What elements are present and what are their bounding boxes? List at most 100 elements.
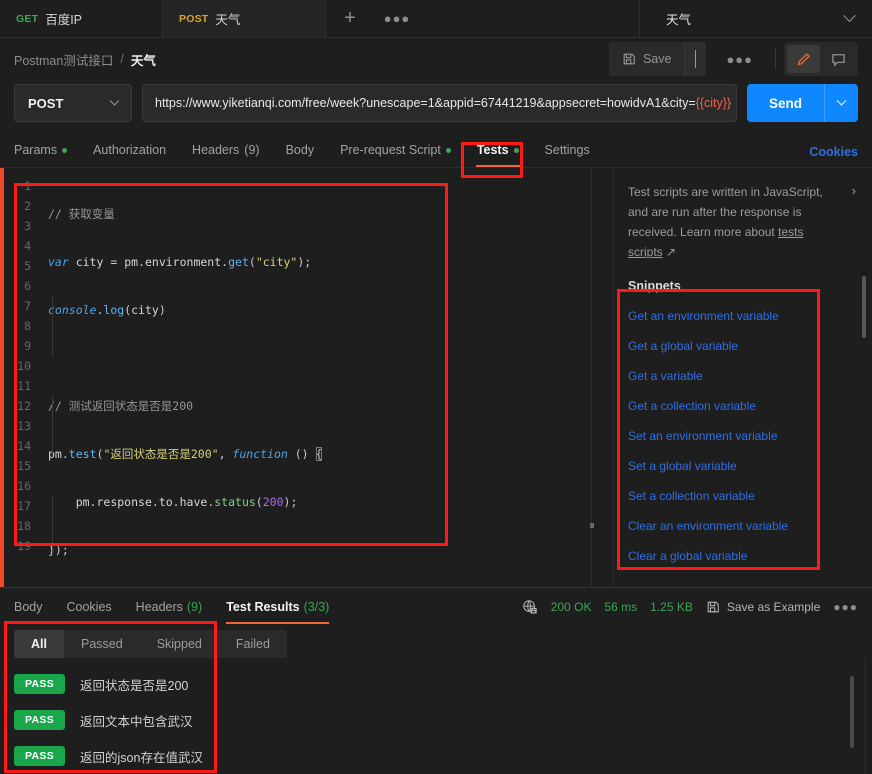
request-section-tabs: Params Authorization Headers (9) Body Pr… bbox=[0, 132, 872, 168]
editor-scrollbar-thumb[interactable] bbox=[590, 523, 594, 528]
response-tab-headers[interactable]: Headers (9) bbox=[124, 589, 215, 625]
line-number: 13 bbox=[17, 419, 31, 433]
code-content[interactable]: // 获取变量 var city = pm.environment.get("c… bbox=[38, 168, 614, 587]
response-more-icon[interactable]: ●●● bbox=[833, 600, 858, 614]
save-as-example-label: Save as Example bbox=[726, 600, 821, 614]
test-result-row: PASS 返回的json存在值武汉 bbox=[14, 738, 858, 774]
snippet-item[interactable]: Set an environment variable bbox=[628, 421, 852, 451]
view-toggle-group bbox=[784, 42, 858, 76]
method-label: GET bbox=[16, 12, 39, 25]
response-meta: 200 OK 56 ms 1.25 KB Save as Example ●●● bbox=[522, 599, 858, 615]
tab-label: Settings bbox=[544, 143, 590, 157]
tab-label: Test Results bbox=[226, 600, 300, 614]
comment-button[interactable] bbox=[822, 45, 855, 73]
breadcrumb-bar: Postman测试接口 / 天气 Save ●●● bbox=[0, 38, 872, 80]
line-number-gutter: 1 2 3 4 5 6 7 8 9 10 11 12 13 14 15 16 1 bbox=[4, 168, 38, 587]
comment-icon bbox=[831, 52, 846, 67]
response-time: 56 ms bbox=[604, 600, 638, 614]
snippets-scrollbar-thumb[interactable] bbox=[862, 276, 866, 338]
breadcrumb-separator: / bbox=[120, 52, 124, 66]
code-line: // 获取变量 bbox=[48, 207, 115, 221]
code-line: console.log(city) bbox=[48, 303, 166, 317]
snippet-item[interactable]: Get an environment variable bbox=[628, 301, 852, 331]
snippet-item[interactable]: Get a collection variable bbox=[628, 391, 852, 421]
url-variable: {{city}} bbox=[695, 96, 732, 110]
save-button-group: Save bbox=[608, 42, 707, 76]
tests-pane: 1 2 3 4 5 6 7 8 9 10 11 12 13 14 15 16 1 bbox=[0, 168, 872, 587]
environment-selector[interactable]: 天气 bbox=[640, 0, 872, 37]
test-name: 返回文本中包含武汉 bbox=[80, 714, 193, 729]
send-options-button[interactable] bbox=[824, 84, 858, 122]
tests-code-editor[interactable]: 1 2 3 4 5 6 7 8 9 10 11 12 13 14 15 16 1 bbox=[0, 168, 614, 587]
tab-settings[interactable]: Settings bbox=[532, 133, 603, 167]
tab-label: Pre-request Script bbox=[340, 143, 441, 157]
line-number: 9 bbox=[24, 339, 31, 353]
snippet-item[interactable]: Set a collection variable bbox=[628, 481, 852, 511]
snippet-item[interactable]: Get a variable bbox=[628, 361, 852, 391]
response-tab-test-results[interactable]: Test Results (3/3) bbox=[214, 589, 341, 625]
chevron-down-icon bbox=[695, 50, 697, 68]
tab-params[interactable]: Params bbox=[14, 133, 80, 167]
new-tab-button[interactable]: + bbox=[326, 0, 374, 37]
response-tab-body[interactable]: Body bbox=[14, 589, 55, 625]
chevron-down-icon bbox=[843, 9, 856, 23]
filter-failed[interactable]: Failed bbox=[219, 630, 287, 658]
modified-dot-icon bbox=[445, 147, 451, 153]
breadcrumb: Postman测试接口 / 天气 bbox=[14, 50, 156, 69]
request-tab-baidu-ip[interactable]: GET 百度IP bbox=[0, 0, 163, 37]
tab-title: 百度IP bbox=[45, 13, 82, 27]
send-button-group: Send bbox=[746, 84, 858, 122]
line-number: 7 bbox=[24, 299, 31, 313]
line-number: 2 bbox=[24, 199, 31, 213]
breadcrumb-current: 天气 bbox=[130, 53, 156, 68]
send-button[interactable]: Send bbox=[747, 84, 824, 122]
tab-headers[interactable]: Headers (9) bbox=[179, 133, 273, 167]
line-number: 14 bbox=[17, 439, 31, 453]
url-text: https://www.yiketianqi.com/free/week?une… bbox=[155, 96, 696, 110]
cookies-link[interactable]: Cookies bbox=[809, 145, 858, 167]
modified-dot-icon bbox=[513, 147, 519, 153]
save-icon bbox=[622, 52, 636, 66]
tab-count: (3/3) bbox=[303, 600, 330, 614]
edit-pencil-button[interactable] bbox=[787, 45, 820, 73]
snippet-item[interactable]: Clear a global variable bbox=[628, 541, 852, 571]
status-code: 200 OK bbox=[550, 600, 592, 614]
tab-options-icon[interactable]: ●●● bbox=[374, 0, 420, 37]
tab-authorization[interactable]: Authorization bbox=[80, 133, 179, 167]
snippet-item[interactable]: Set a global variable bbox=[628, 451, 852, 481]
filter-passed[interactable]: Passed bbox=[64, 630, 140, 658]
response-size: 1.25 KB bbox=[650, 600, 693, 614]
line-number: 12 bbox=[17, 399, 31, 413]
breadcrumb-collection[interactable]: Postman测试接口 bbox=[14, 50, 113, 69]
http-method-select[interactable]: POST bbox=[14, 84, 132, 122]
tab-body[interactable]: Body bbox=[273, 133, 328, 167]
snippet-item[interactable]: Clear an environment variable bbox=[628, 511, 852, 541]
save-label: Save bbox=[642, 52, 672, 66]
tab-pre-request-script[interactable]: Pre-request Script bbox=[327, 133, 464, 167]
line-number: 16 bbox=[17, 479, 31, 493]
snippets-help-text: Test scripts are written in JavaScript, … bbox=[628, 182, 833, 262]
save-as-example-button[interactable]: Save as Example bbox=[706, 600, 820, 614]
response-tab-cookies[interactable]: Cookies bbox=[55, 589, 124, 625]
chevron-right-icon[interactable]: › bbox=[852, 183, 856, 198]
tab-tests[interactable]: Tests bbox=[464, 133, 532, 167]
url-input[interactable]: https://www.yiketianqi.com/free/week?une… bbox=[142, 84, 737, 122]
line-number: 8 bbox=[24, 319, 31, 333]
filter-skipped[interactable]: Skipped bbox=[140, 630, 219, 658]
http-method-value: POST bbox=[28, 95, 64, 111]
request-tab-weather[interactable]: POST 天气 bbox=[163, 0, 326, 37]
line-number: 4 bbox=[24, 239, 31, 253]
tab-label: Tests bbox=[476, 143, 509, 157]
save-options-button[interactable] bbox=[684, 42, 707, 76]
snippet-item[interactable]: Get a global variable bbox=[628, 331, 852, 361]
code-line: // 测试返回状态是否是200 bbox=[48, 399, 194, 413]
globe-lock-icon[interactable] bbox=[522, 599, 538, 615]
filter-all[interactable]: All bbox=[14, 630, 64, 658]
results-right-edge bbox=[865, 658, 866, 774]
save-button[interactable]: Save bbox=[609, 45, 685, 73]
request-more-icon[interactable]: ●●● bbox=[712, 52, 767, 67]
postman-window: GET 百度IP POST 天气 + ●●● 天气 Postman测试接口 / … bbox=[0, 0, 872, 774]
test-result-row: PASS 返回文本中包含武汉 bbox=[14, 702, 858, 738]
results-scrollbar-thumb[interactable] bbox=[850, 676, 854, 748]
